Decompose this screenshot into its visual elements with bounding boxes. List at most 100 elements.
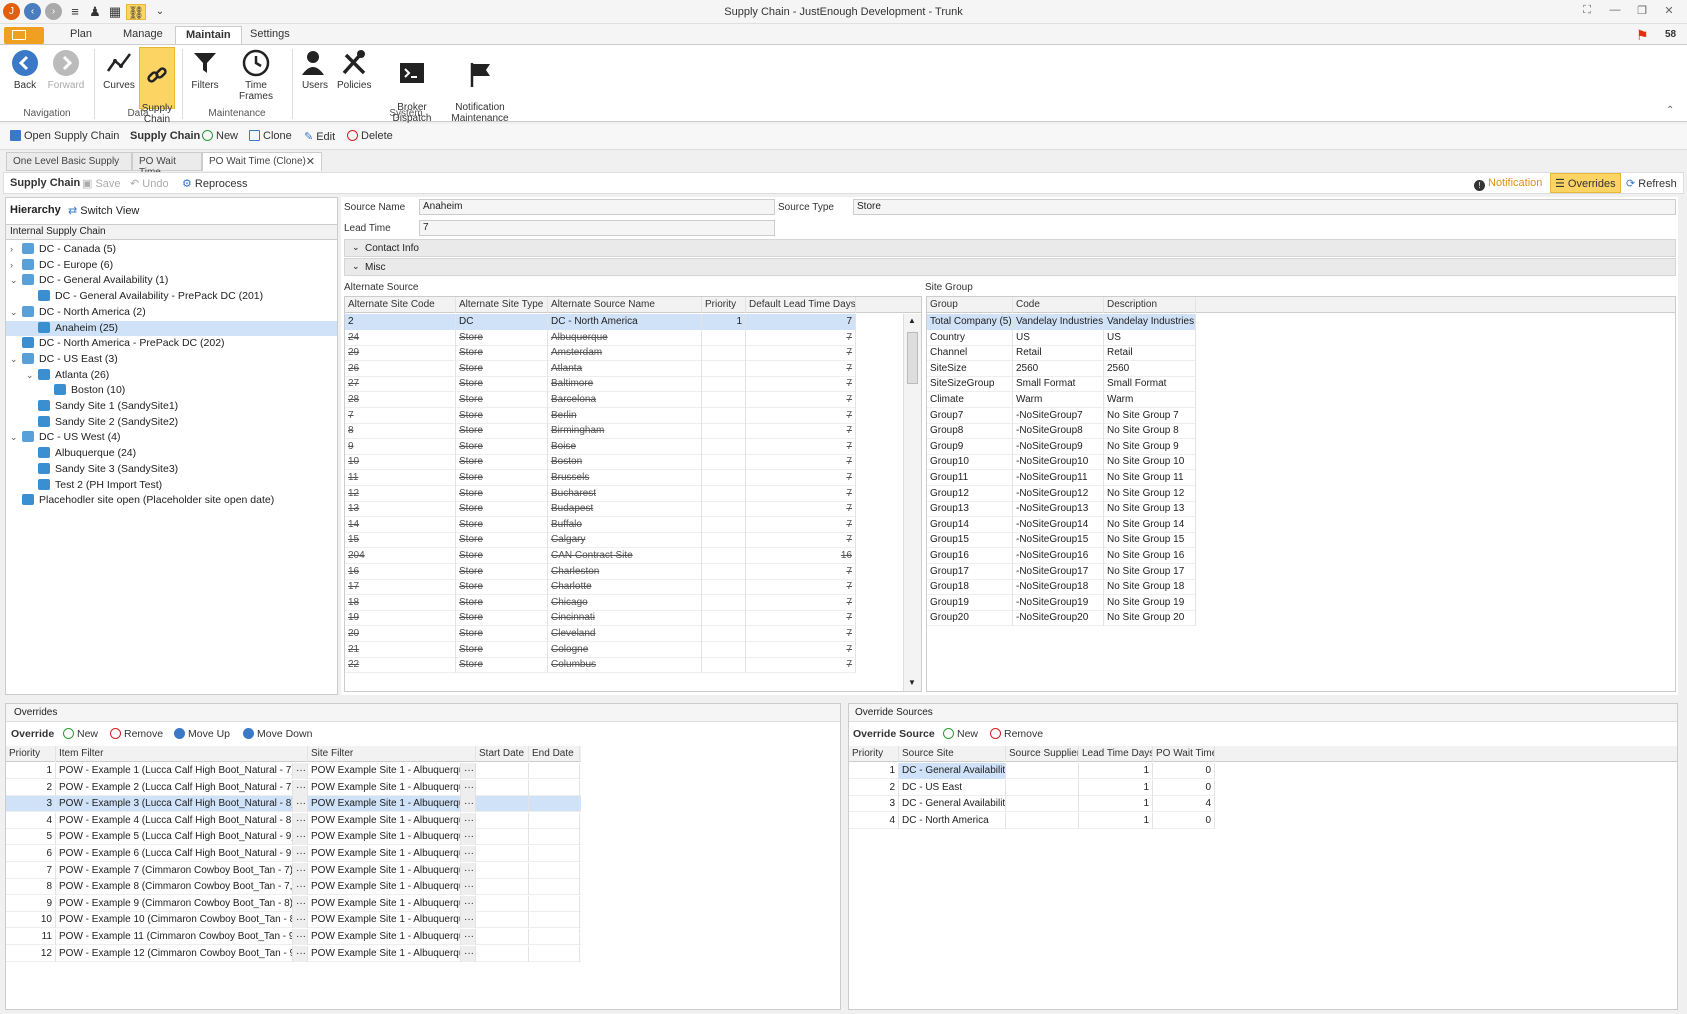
table-cell[interactable]: Group20: [927, 610, 1013, 627]
table-cell[interactable]: 0: [1153, 779, 1215, 796]
table-cell[interactable]: 26: [345, 360, 456, 377]
table-cell[interactable]: Boise: [548, 438, 702, 455]
table-cell[interactable]: -NoSiteGroup11: [1013, 470, 1104, 486]
table-cell[interactable]: 7: [746, 485, 856, 502]
table-row[interactable]: 21 Store Cologne 7: [345, 641, 856, 658]
start-date-cell[interactable]: [476, 812, 529, 829]
table-cell[interactable]: Calgary: [548, 532, 702, 549]
table-row[interactable]: 8 Store Birmingham 7: [345, 423, 856, 440]
ellipsis-button[interactable]: ···: [461, 779, 476, 796]
site-filter-cell[interactable]: POW Example Site 1 - Albuquerque: [308, 796, 461, 813]
start-date-cell[interactable]: [476, 829, 529, 846]
table-cell[interactable]: -NoSiteGroup20: [1013, 610, 1104, 627]
column-header[interactable]: Priority: [702, 297, 746, 313]
table-cell[interactable]: 204: [345, 548, 456, 564]
broker-dispatch-viewer-button[interactable]: Broker Dispatch Viewer: [377, 47, 447, 135]
table-cell[interactable]: No Site Group 19: [1104, 594, 1196, 611]
table-row[interactable]: 24 Store Albuquerque 7: [345, 329, 856, 346]
table-cell[interactable]: 7: [746, 532, 856, 549]
table-cell[interactable]: DC - General Availability: [899, 763, 1006, 779]
site-filter-cell[interactable]: POW Example Site 1 - Albuquerque: [308, 829, 461, 846]
table-cell[interactable]: [702, 407, 746, 424]
ellipsis-button[interactable]: ···: [461, 895, 476, 912]
site-filter-cell[interactable]: POW Example Site 1 - Albuquerque: [308, 879, 461, 896]
table-cell[interactable]: 24: [345, 329, 456, 346]
table-cell[interactable]: [702, 657, 746, 674]
table-cell[interactable]: Store: [456, 376, 548, 393]
table-cell[interactable]: 7: [345, 407, 456, 424]
table-cell[interactable]: Amsterdam: [548, 345, 702, 362]
ellipsis-button[interactable]: ···: [461, 763, 476, 779]
doc-tab-po-wait-time-clone[interactable]: PO Wait Time (Clone) ✕: [202, 152, 322, 171]
ellipsis-button[interactable]: ···: [461, 879, 476, 896]
tree-node[interactable]: Anaheim (25): [6, 320, 337, 336]
table-cell[interactable]: 2: [849, 779, 899, 796]
undo-button[interactable]: ↶ Undo: [130, 177, 169, 190]
lead-time-field[interactable]: 7: [419, 220, 775, 236]
table-cell[interactable]: [702, 345, 746, 362]
table-row[interactable]: Group20 -NoSiteGroup20 No Site Group 20: [927, 610, 1196, 627]
table-cell[interactable]: 7: [746, 641, 856, 658]
ellipsis-button[interactable]: ···: [293, 879, 308, 896]
ellipsis-button[interactable]: ···: [293, 796, 308, 813]
table-cell[interactable]: Charleston: [548, 563, 702, 580]
table-cell[interactable]: [702, 454, 746, 471]
site-filter-cell[interactable]: POW Example Site 1 - Albuquerque: [308, 812, 461, 829]
table-cell[interactable]: 9: [345, 438, 456, 455]
end-date-cell[interactable]: [529, 862, 580, 879]
table-row[interactable]: 1 POW - Example 1 (Lucca Calf High Boot_N…: [6, 763, 581, 779]
table-cell[interactable]: [702, 438, 746, 455]
table-row[interactable]: 2 DC DC - North America 1 7: [345, 314, 856, 330]
item-filter-cell[interactable]: POW - Example 3 (Lucca Calf High Boot_Na…: [56, 796, 293, 813]
item-filter-cell[interactable]: POW - Example 11 (Cimmaron Cowboy Boot_T…: [56, 929, 293, 945]
table-cell[interactable]: 7: [746, 423, 856, 440]
close-button[interactable]: ✕: [1660, 4, 1678, 20]
end-date-cell[interactable]: [529, 812, 580, 829]
table-row[interactable]: 20 Store Cleveland 7: [345, 626, 856, 642]
table-cell[interactable]: 12: [345, 485, 456, 502]
column-header[interactable]: Item Filter: [56, 746, 308, 762]
minimize-button[interactable]: —: [1606, 4, 1624, 20]
table-cell[interactable]: 14: [345, 516, 456, 533]
start-date-cell[interactable]: [476, 895, 529, 912]
table-cell[interactable]: Group7: [927, 407, 1013, 424]
ellipsis-button[interactable]: ···: [461, 796, 476, 813]
table-row[interactable]: 10 Store Boston 7: [345, 454, 856, 471]
item-filter-cell[interactable]: POW - Example 2 (Lucca Calf High Boot_Na…: [56, 779, 293, 796]
site-filter-cell[interactable]: POW Example Site 1 - Albuquerque: [308, 929, 461, 945]
table-cell[interactable]: DC - US East: [899, 779, 1006, 796]
table-cell[interactable]: Store: [456, 563, 548, 580]
override-source-new-button[interactable]: New: [943, 728, 978, 740]
save-button[interactable]: ▣ Save: [82, 177, 121, 190]
table-cell[interactable]: Store: [456, 485, 548, 502]
table-row[interactable]: 7 POW - Example 7 (Cimmaron Cowboy Boot_T…: [6, 862, 581, 879]
tree-node[interactable]: › DC - Europe (6): [6, 258, 337, 273]
end-date-cell[interactable]: [529, 945, 580, 962]
table-row[interactable]: 16 Store Charleston 7: [345, 563, 856, 580]
table-cell[interactable]: [702, 610, 746, 627]
table-cell[interactable]: No Site Group 13: [1104, 501, 1196, 518]
table-cell[interactable]: Buffalo: [548, 516, 702, 533]
start-date-cell[interactable]: [476, 862, 529, 879]
tree-node[interactable]: ⌄ Atlanta (26): [6, 368, 337, 383]
table-cell[interactable]: Albuquerque: [548, 329, 702, 346]
table-cell[interactable]: 1: [1079, 796, 1153, 813]
table-cell[interactable]: 10: [345, 454, 456, 471]
table-cell[interactable]: CAN Contract Site: [548, 548, 702, 564]
table-cell[interactable]: [702, 501, 746, 518]
table-cell[interactable]: Berlin: [548, 407, 702, 424]
table-cell[interactable]: Group14: [927, 516, 1013, 533]
table-row[interactable]: 19 Store Cincinnati 7: [345, 610, 856, 627]
table-cell[interactable]: US: [1013, 329, 1104, 346]
table-cell[interactable]: -NoSiteGroup12: [1013, 485, 1104, 502]
table-cell[interactable]: 16: [345, 563, 456, 580]
table-cell[interactable]: No Site Group 20: [1104, 610, 1196, 627]
end-date-cell[interactable]: [529, 879, 580, 896]
table-cell[interactable]: 7: [746, 610, 856, 627]
table-cell[interactable]: 1: [1079, 779, 1153, 796]
table-cell[interactable]: Channel: [927, 345, 1013, 362]
scroll-thumb[interactable]: [907, 332, 918, 384]
table-cell[interactable]: [702, 579, 746, 596]
table-cell[interactable]: 19: [345, 610, 456, 627]
table-row[interactable]: 29 Store Amsterdam 7: [345, 345, 856, 362]
